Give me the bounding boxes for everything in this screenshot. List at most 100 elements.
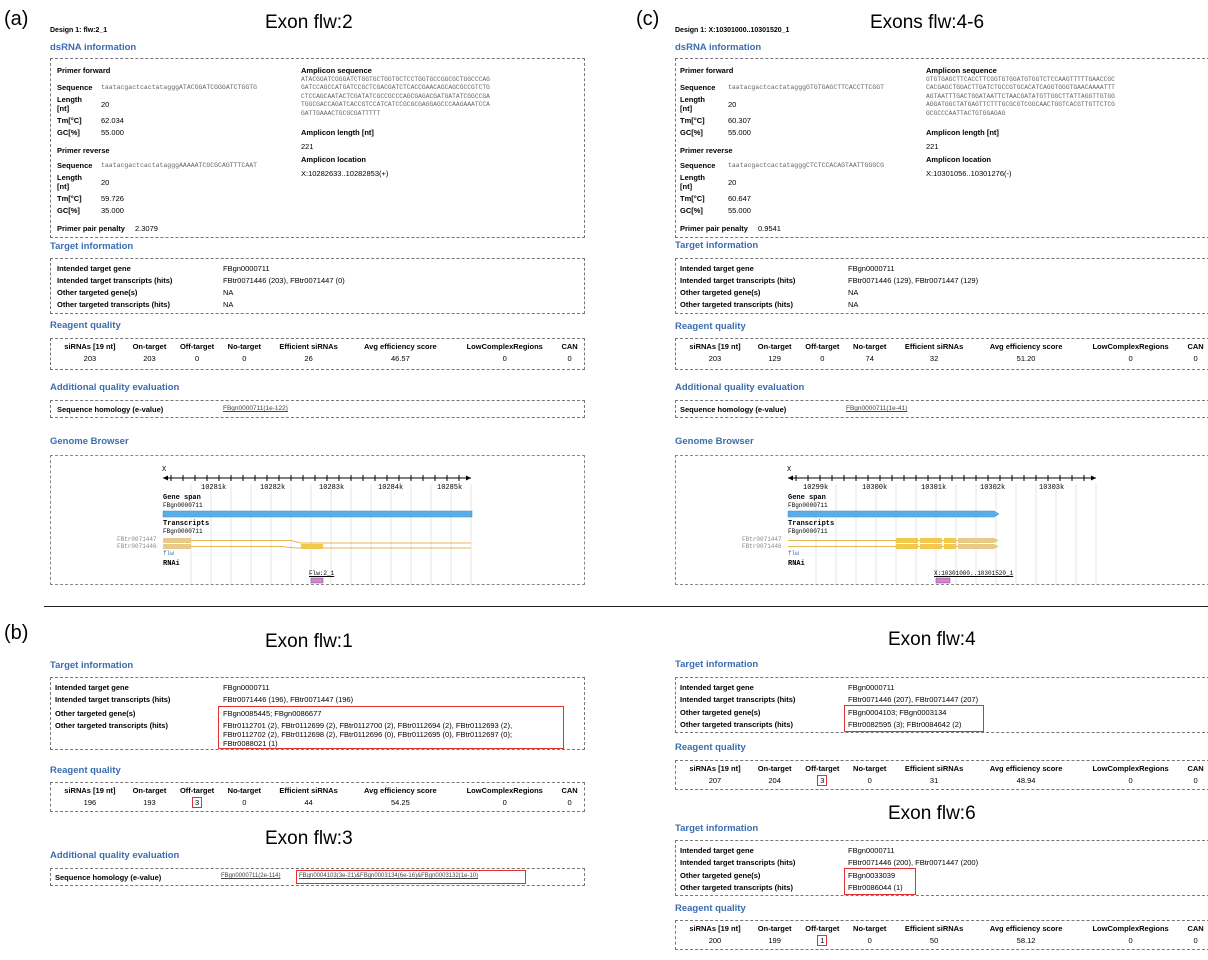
transcripts-label: Transcripts	[788, 520, 835, 528]
transcript-exon	[944, 544, 956, 549]
rq-value: 26	[304, 353, 313, 363]
reagent-box-b4: siRNAs [19 nt] On-target Off-target No-t…	[675, 760, 1208, 790]
sequence-label: Sequence	[680, 83, 716, 92]
gene-span-bar	[162, 510, 473, 518]
amplicon-seq-label: Amplicon sequence	[301, 66, 372, 75]
homology-label: Sequence homology (e-value)	[57, 405, 164, 414]
rq-header: No-target	[227, 342, 262, 351]
homology-link[interactable]: FBgn0000711(2e-114)	[221, 873, 281, 879]
intended-gene: FBgn0000711	[223, 264, 270, 273]
transcripts-label: Transcripts	[163, 520, 210, 528]
other-gene-label: Other targeted gene(s)	[55, 709, 136, 718]
rq-value: 0	[1128, 935, 1133, 945]
intended-gene-label: Intended target gene	[680, 264, 754, 273]
rq-header: Efficient siRNAs	[904, 764, 964, 773]
rq-value: 203	[143, 353, 156, 363]
rq-value: 74	[865, 353, 874, 363]
panel-label-b: (b)	[4, 622, 29, 644]
length-unit: [nt]	[57, 182, 70, 191]
rq-value: 51.20	[1016, 353, 1036, 363]
target-box-b4: Intended target gene FBgn0000711 Intende…	[675, 677, 1208, 733]
rnai-bar	[310, 577, 324, 584]
rq-header: Avg efficiency score	[989, 342, 1063, 351]
homology-label: Sequence homology (e-value)	[55, 873, 162, 882]
addq-header-c: Additional quality evaluation	[675, 382, 805, 393]
other-gene: NA	[223, 288, 234, 297]
amplicon-length: 221	[926, 142, 939, 151]
rq-value: 0	[567, 797, 572, 807]
transcript-name: FBtr0071446	[742, 543, 782, 550]
rev-length: 20	[101, 178, 110, 187]
transcript-exon	[896, 538, 918, 543]
genome-browser-header-a: Genome Browser	[50, 436, 129, 447]
transcript-exon	[920, 544, 942, 549]
flw-label: flw	[163, 550, 174, 557]
amplicon-sequence: GTGTGAGCTTCACCTTCGGTGTGGATGTGGTCTCCAAGTT…	[926, 76, 1115, 117]
transcripts-gene: FBgn0000711	[788, 528, 828, 535]
other-gene-label: Other targeted gene(s)	[680, 871, 761, 880]
rq-value: 203	[83, 353, 97, 363]
rq-value: 200	[708, 935, 722, 945]
chromosome-label: X	[162, 466, 167, 474]
gene-span-bar	[787, 510, 1000, 518]
rq-header: LowComplexRegions	[1092, 764, 1169, 773]
rq-value: 44	[304, 797, 313, 807]
reagent-header-b6: Reagent quality	[675, 903, 746, 914]
panel-label-c: (c)	[636, 8, 660, 30]
homology-link[interactable]: FBgn0000711(1e-41)	[846, 405, 907, 412]
rq-header: siRNAs [19 nt]	[64, 342, 116, 351]
dsrna-header-a: dsRNA information	[50, 42, 137, 53]
rq-header: Efficient siRNAs	[904, 924, 964, 933]
length-unit: [nt]	[57, 104, 70, 113]
transcripts-gene: FBgn0000711	[163, 528, 203, 535]
other-tx-label: Other targeted transcripts (hits)	[680, 883, 793, 892]
rq-header: Avg efficiency score	[364, 342, 437, 351]
rq-header: CAN	[561, 342, 578, 351]
rev-gc: 35.000	[101, 206, 124, 215]
rq-header: LowComplexRegions	[1092, 924, 1169, 933]
intended-gene: FBgn0000711	[223, 683, 270, 692]
fwd-sequence: taatacgactcactatagggATACGGATCGGGATCTGGTG	[101, 84, 258, 91]
rq-value: 129	[768, 353, 781, 363]
other-tx-label: Other targeted transcripts (hits)	[680, 720, 793, 729]
gc-label: GC[%]	[680, 128, 703, 137]
gene-span-id: FBgn0000711	[163, 502, 203, 509]
rq-header: LowComplexRegions	[466, 786, 543, 795]
genome-browser-a[interactable]: X 10281k 10282k 10283k 10284k 10285k Gen…	[50, 455, 585, 585]
rq-header: No-target	[853, 764, 887, 773]
rq-value: 0	[1128, 353, 1133, 363]
addq-header-a: Additional quality evaluation	[50, 382, 180, 393]
amplicon-sequence: ATACGGATCGGGATCTGGTGCTGGTGCTCCTGGTGCCGGC…	[301, 76, 490, 117]
panel-label-a: (a)	[4, 8, 29, 30]
exon-title-c: Exons flw:4-6	[870, 12, 985, 33]
homology-link[interactable]: FBgn0000711(1e-122)	[223, 405, 288, 412]
reagent-box-a: siRNAs [19 nt] On-target Off-target No-t…	[50, 338, 585, 370]
rq-header: CAN	[561, 786, 578, 795]
transcript-exon	[163, 538, 191, 543]
rq-value: 0	[567, 353, 572, 363]
transcript-exon	[301, 544, 323, 549]
ruler-tick-label: 10285k	[437, 484, 463, 492]
transcript-name: FBtr0071447	[117, 536, 157, 543]
offtarget-count-highlight: 3	[817, 774, 828, 786]
transcript-name: FBtr0071447	[742, 536, 782, 543]
gc-label: GC[%]	[680, 206, 703, 215]
rnai-label: RNAi	[788, 560, 805, 568]
reagent-box-c: siRNAs [19 nt] On-target Off-target No-t…	[675, 338, 1208, 370]
target-header-b4: Target information	[675, 659, 759, 670]
amplicon-length: 221	[301, 142, 314, 151]
transcript-exon	[920, 538, 942, 543]
reagent-header-a: Reagent quality	[50, 320, 121, 331]
rq-header: No-target	[853, 924, 887, 933]
genome-browser-c[interactable]: X 10299k 10300k 10301k 10302k 10303k Gen…	[675, 455, 1208, 585]
homology-box-a: Sequence homology (e-value) FBgn0000711(…	[50, 400, 585, 418]
amplicon-seq-label: Amplicon sequence	[926, 66, 997, 75]
reagent-header-b4: Reagent quality	[675, 742, 746, 753]
rq-value: 48.94	[1016, 775, 1036, 785]
intended-tx-label: Intended target transcripts (hits)	[680, 858, 796, 867]
rq-value: 0	[867, 775, 872, 785]
reagent-header-c: Reagent quality	[675, 321, 746, 332]
other-tx-label: Other targeted transcripts (hits)	[55, 721, 168, 730]
rnai-name: Flw:2_1	[309, 570, 335, 577]
fwd-gc: 55.000	[101, 128, 124, 137]
